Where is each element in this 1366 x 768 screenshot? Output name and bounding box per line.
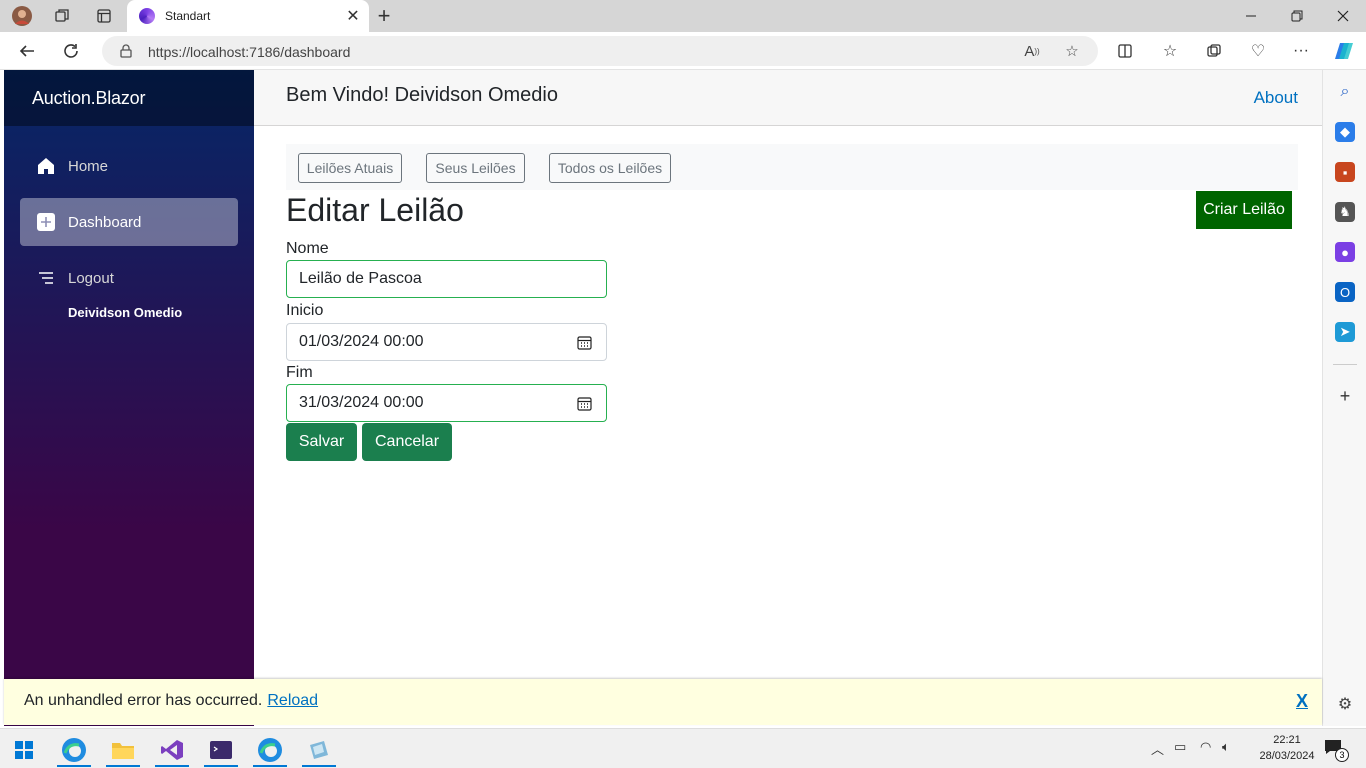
battery-icon[interactable]: ▭ xyxy=(1174,739,1186,755)
volume-icon[interactable]: 🔈︎ xyxy=(1222,739,1230,755)
end-label: Fim xyxy=(286,364,313,381)
blazor-favicon-icon xyxy=(139,8,155,24)
nav-item-logout[interactable]: Logout xyxy=(20,254,238,302)
read-aloud-icon[interactable]: A)) xyxy=(1022,42,1042,60)
favorite-star-icon[interactable]: ☆ xyxy=(1062,42,1082,60)
workspaces-icon[interactable] xyxy=(50,4,74,28)
list-icon xyxy=(36,268,56,288)
filter-button-strip: Leilões Atuais Seus Leilões Todos os Lei… xyxy=(286,144,1298,190)
about-link[interactable]: About xyxy=(1254,88,1298,108)
start-label: Inicio xyxy=(286,302,324,319)
close-tab-icon[interactable]: ✕ xyxy=(343,6,363,26)
cancel-button[interactable]: Cancelar xyxy=(362,423,452,461)
favorites-icon[interactable]: ☆ xyxy=(1159,41,1181,61)
name-input-value: Leilão de Pascoa xyxy=(299,270,422,287)
name-label: Nome xyxy=(286,240,329,257)
start-windows-icon[interactable] xyxy=(4,733,44,767)
microsoft365-icon[interactable]: ● xyxy=(1335,242,1355,262)
settings-gear-icon[interactable]: ⚙ xyxy=(1335,694,1355,714)
more-options-icon[interactable]: ··· xyxy=(1290,41,1312,61)
minimize-icon[interactable] xyxy=(1228,0,1274,32)
search-icon[interactable]: ⌕ xyxy=(1335,82,1355,102)
tab-title: Standart xyxy=(165,9,211,23)
browser-tab-bar: Standart ✕ + xyxy=(0,0,1366,32)
end-datetime-input[interactable]: 31/03/2024 00:00 xyxy=(286,384,607,422)
start-datetime-value: 01/03/2024 00:00 xyxy=(299,333,424,350)
tray-chevron-icon[interactable]: ︿ xyxy=(1151,739,1164,758)
collections-icon[interactable] xyxy=(1203,41,1225,61)
error-ui-bar: An unhandled error has occurred. Reload X xyxy=(4,679,1322,725)
app-sidebar: Auction.Blazor Home Dashboard Logout Dei… xyxy=(4,70,254,726)
app-taskbar-icon[interactable] xyxy=(299,733,339,767)
shopping-icon[interactable]: ◆ xyxy=(1335,122,1355,142)
notification-count-badge: 3 xyxy=(1335,748,1349,762)
nav-label-dashboard: Dashboard xyxy=(68,213,142,231)
calendar-icon[interactable] xyxy=(577,396,592,411)
browser-address-row: https://localhost:7186/dashboard A)) ☆ ☆… xyxy=(0,32,1366,70)
start-datetime-input[interactable]: 01/03/2024 00:00 xyxy=(286,323,607,361)
back-icon[interactable] xyxy=(14,39,40,63)
current-auctions-button[interactable]: Leilões Atuais xyxy=(298,153,402,183)
edge-taskbar-icon[interactable] xyxy=(54,733,94,767)
error-message: An unhandled error has occurred. Reload xyxy=(24,692,318,710)
address-bar[interactable]: https://localhost:7186/dashboard A)) ☆ xyxy=(102,36,1098,66)
browser-tab[interactable]: Standart ✕ xyxy=(127,0,369,32)
new-tab-icon[interactable]: + xyxy=(372,3,396,28)
page-title: Editar Leilão xyxy=(286,192,464,228)
outlook-icon[interactable]: O xyxy=(1335,282,1355,302)
web-page: Auction.Blazor Home Dashboard Logout Dei… xyxy=(4,70,1322,726)
lock-icon[interactable] xyxy=(118,43,134,59)
top-row: Bem Vindo! Deividson Omedio About xyxy=(254,70,1322,126)
restore-icon[interactable] xyxy=(1274,0,1320,32)
notifications-icon[interactable]: 3 xyxy=(1324,739,1349,762)
calendar-icon[interactable] xyxy=(577,335,592,350)
logged-user-name: Deividson Omedio xyxy=(68,305,183,320)
brand-bar: Auction.Blazor xyxy=(4,70,254,126)
copilot-icon[interactable] xyxy=(1333,41,1355,61)
profile-avatar-icon[interactable] xyxy=(10,4,34,28)
welcome-text: Bem Vindo! Deividson Omedio xyxy=(286,84,558,106)
end-datetime-value: 31/03/2024 00:00 xyxy=(299,394,424,411)
nav-label-logout: Logout xyxy=(68,269,114,287)
error-message-text: An unhandled error has occurred. xyxy=(24,692,263,709)
my-auctions-button[interactable]: Seus Leilões xyxy=(426,153,525,183)
save-button[interactable]: Salvar xyxy=(286,423,357,461)
windows-taskbar: ︿ ▭ ◠ 🔈︎ 22:21 28/03/2024 3 xyxy=(0,728,1366,768)
file-explorer-icon[interactable] xyxy=(103,733,143,767)
tab-actions-icon[interactable] xyxy=(92,4,116,28)
clock-date: 28/03/2024 xyxy=(1259,750,1315,762)
sidebar-divider xyxy=(1333,364,1357,365)
browser-essentials-icon[interactable]: ♡ xyxy=(1247,41,1269,61)
refresh-icon[interactable] xyxy=(58,39,84,63)
url-text: https://localhost:7186/dashboard xyxy=(148,44,351,60)
terminal-icon[interactable] xyxy=(201,733,241,767)
nav-item-home[interactable]: Home xyxy=(20,142,238,190)
tools-icon[interactable]: ▪ xyxy=(1335,162,1355,182)
reload-link[interactable]: Reload xyxy=(267,692,318,709)
nav-item-dashboard[interactable]: Dashboard xyxy=(20,198,238,246)
nav-label-home: Home xyxy=(68,157,109,175)
games-icon[interactable]: ♞ xyxy=(1335,202,1355,222)
dismiss-error-icon[interactable]: X xyxy=(1296,691,1308,712)
split-screen-icon[interactable] xyxy=(1114,41,1136,61)
name-input[interactable]: Leilão de Pascoa xyxy=(286,260,607,298)
wifi-icon[interactable]: ◠ xyxy=(1200,739,1211,755)
system-clock[interactable]: 22:21 28/03/2024 xyxy=(1258,732,1316,764)
edge-sidebar: ⌕ ◆ ▪ ♞ ● O ➤ + ⚙ xyxy=(1322,70,1366,726)
send-icon[interactable]: ➤ xyxy=(1335,322,1355,342)
close-window-icon[interactable] xyxy=(1320,0,1366,32)
add-icon[interactable]: + xyxy=(1335,386,1355,406)
visual-studio-icon[interactable] xyxy=(152,733,192,767)
create-auction-button[interactable]: Criar Leilão xyxy=(1196,191,1292,229)
brand-name[interactable]: Auction.Blazor xyxy=(32,88,145,109)
clock-time: 22:21 xyxy=(1273,734,1301,746)
edge-dev-taskbar-icon[interactable] xyxy=(250,733,290,767)
home-icon xyxy=(36,156,56,176)
main-content: Bem Vindo! Deividson Omedio About Leilõe… xyxy=(254,70,1322,726)
all-auctions-button[interactable]: Todos os Leilões xyxy=(549,153,671,183)
plus-square-icon xyxy=(36,212,56,232)
